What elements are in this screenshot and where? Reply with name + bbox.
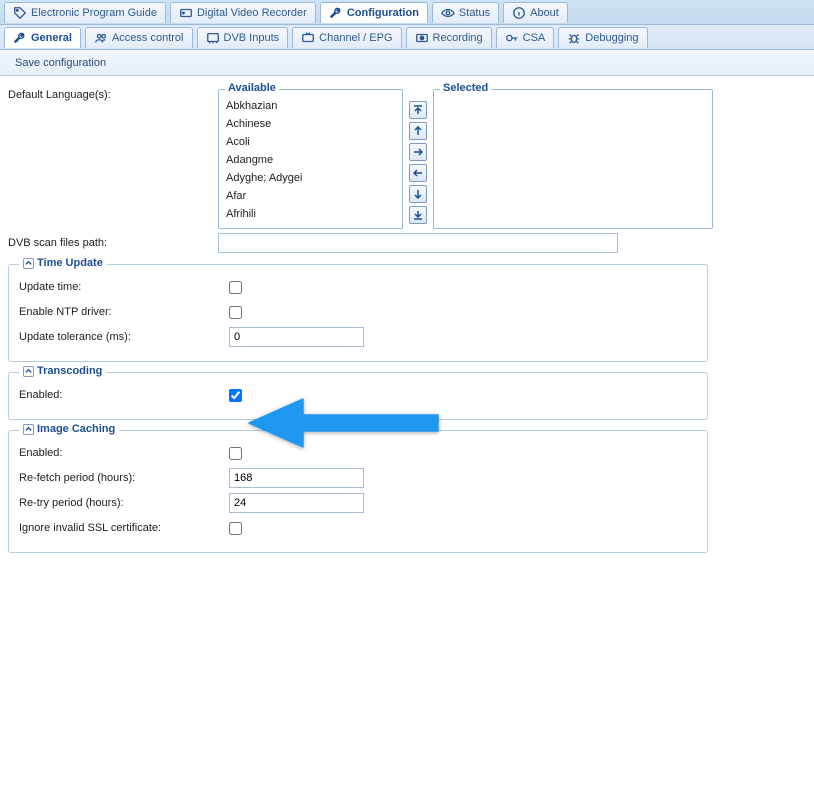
move-top-button[interactable] xyxy=(409,101,427,119)
subtab-general[interactable]: General xyxy=(4,27,81,48)
group-legend-text: Image Caching xyxy=(37,423,115,435)
time-update-group: Time Update Update time: Enable NTP driv… xyxy=(8,264,708,362)
selected-list[interactable]: Selected xyxy=(433,89,713,229)
language-selector: Available Abkhazian Achinese Acoli Adang… xyxy=(218,89,713,229)
subtab-label: DVB Inputs xyxy=(224,32,280,44)
available-items: Abkhazian Achinese Acoli Adangme Adyghe;… xyxy=(219,97,402,227)
dvb-scan-path-label: DVB scan files path: xyxy=(8,237,218,249)
move-up-button[interactable] xyxy=(409,122,427,140)
tab-label: Configuration xyxy=(347,7,419,19)
tab-label: Electronic Program Guide xyxy=(31,7,157,19)
move-bottom-button[interactable] xyxy=(409,206,427,224)
list-item[interactable]: Adyghe; Adygei xyxy=(222,169,399,187)
tab-label: Status xyxy=(459,7,490,19)
save-configuration-button[interactable]: Save configuration xyxy=(4,53,113,73)
refetch-period-input[interactable] xyxy=(229,468,364,488)
update-tolerance-input[interactable] xyxy=(229,327,364,347)
wrench-icon xyxy=(329,6,343,20)
update-time-label: Update time: xyxy=(19,281,229,293)
transcoding-enabled-label: Enabled: xyxy=(19,389,229,401)
move-down-button[interactable] xyxy=(409,185,427,203)
list-item[interactable]: Afar xyxy=(222,187,399,205)
retry-period-input[interactable] xyxy=(229,493,364,513)
tab-dvr[interactable]: Digital Video Recorder xyxy=(170,2,316,23)
subtab-csa[interactable]: CSA xyxy=(496,27,555,48)
list-item[interactable]: Achinese xyxy=(222,115,399,133)
eye-icon xyxy=(441,6,455,20)
subtab-label: Debugging xyxy=(585,32,638,44)
collapse-icon[interactable] xyxy=(23,424,34,435)
transcoding-enabled-checkbox[interactable] xyxy=(229,389,242,402)
subtab-label: Recording xyxy=(433,32,483,44)
collapse-icon[interactable] xyxy=(23,258,34,269)
selected-items xyxy=(434,97,712,227)
tab-label: Digital Video Recorder xyxy=(197,7,307,19)
subtab-label: General xyxy=(31,32,72,44)
tab-status[interactable]: Status xyxy=(432,2,499,23)
retry-period-label: Re-try period (hours): xyxy=(19,497,229,509)
list-item[interactable]: Afrihili xyxy=(222,205,399,223)
list-item[interactable]: Adangme xyxy=(222,151,399,169)
tab-epg[interactable]: Electronic Program Guide xyxy=(4,2,166,23)
subtab-recording[interactable]: Recording xyxy=(406,27,492,48)
update-time-checkbox[interactable] xyxy=(229,281,242,294)
selected-legend: Selected xyxy=(440,82,491,94)
group-legend-text: Transcoding xyxy=(37,365,102,377)
key-icon xyxy=(505,31,519,45)
top-tab-bar: Electronic Program Guide Digital Video R… xyxy=(0,0,814,25)
add-button[interactable] xyxy=(409,143,427,161)
save-label: Save configuration xyxy=(15,57,106,69)
group-legend-text: Time Update xyxy=(37,257,103,269)
subtab-label: Channel / EPG xyxy=(319,32,392,44)
enable-ntp-label: Enable NTP driver: xyxy=(19,306,229,318)
imagecache-enabled-checkbox[interactable] xyxy=(229,447,242,460)
group-legend: Time Update xyxy=(19,257,107,269)
subtab-label: CSA xyxy=(523,32,546,44)
general-form: Default Language(s): Available Abkhazian… xyxy=(0,76,814,573)
sub-tab-bar: General Access control DVB Inputs Channe… xyxy=(0,25,814,50)
users-icon xyxy=(94,31,108,45)
toolbar: Save configuration xyxy=(0,50,814,76)
wrench-icon xyxy=(13,31,27,45)
group-legend: Transcoding xyxy=(19,365,106,377)
dvr-icon xyxy=(179,6,193,20)
tab-configuration[interactable]: Configuration xyxy=(320,2,428,23)
collapse-icon[interactable] xyxy=(23,366,34,377)
available-legend: Available xyxy=(225,82,279,94)
subtab-dvb-inputs[interactable]: DVB Inputs xyxy=(197,27,289,48)
remove-button[interactable] xyxy=(409,164,427,182)
selector-buttons xyxy=(409,89,427,229)
bug-icon xyxy=(567,31,581,45)
tag-icon xyxy=(13,6,27,20)
refetch-period-label: Re-fetch period (hours): xyxy=(19,472,229,484)
default-language-label: Default Language(s): xyxy=(8,89,218,101)
dvb-scan-path-input[interactable] xyxy=(218,233,618,253)
tv-icon xyxy=(301,31,315,45)
list-item[interactable]: Acoli xyxy=(222,133,399,151)
subtab-channel-epg[interactable]: Channel / EPG xyxy=(292,27,401,48)
subtab-label: Access control xyxy=(112,32,184,44)
list-item[interactable]: Abkhazian xyxy=(222,97,399,115)
tab-label: About xyxy=(530,7,559,19)
transcoding-group: Transcoding Enabled: xyxy=(8,372,708,420)
available-list[interactable]: Available Abkhazian Achinese Acoli Adang… xyxy=(218,89,403,229)
tab-about[interactable]: About xyxy=(503,2,568,23)
card-icon xyxy=(206,31,220,45)
rec-icon xyxy=(415,31,429,45)
info-icon xyxy=(512,6,526,20)
enable-ntp-checkbox[interactable] xyxy=(229,306,242,319)
ignore-ssl-label: Ignore invalid SSL certificate: xyxy=(19,522,229,534)
subtab-debugging[interactable]: Debugging xyxy=(558,27,647,48)
ignore-ssl-checkbox[interactable] xyxy=(229,522,242,535)
imagecache-enabled-label: Enabled: xyxy=(19,447,229,459)
subtab-access-control[interactable]: Access control xyxy=(85,27,193,48)
image-caching-group: Image Caching Enabled: Re-fetch period (… xyxy=(8,430,708,553)
group-legend: Image Caching xyxy=(19,423,119,435)
update-tolerance-label: Update tolerance (ms): xyxy=(19,331,229,343)
